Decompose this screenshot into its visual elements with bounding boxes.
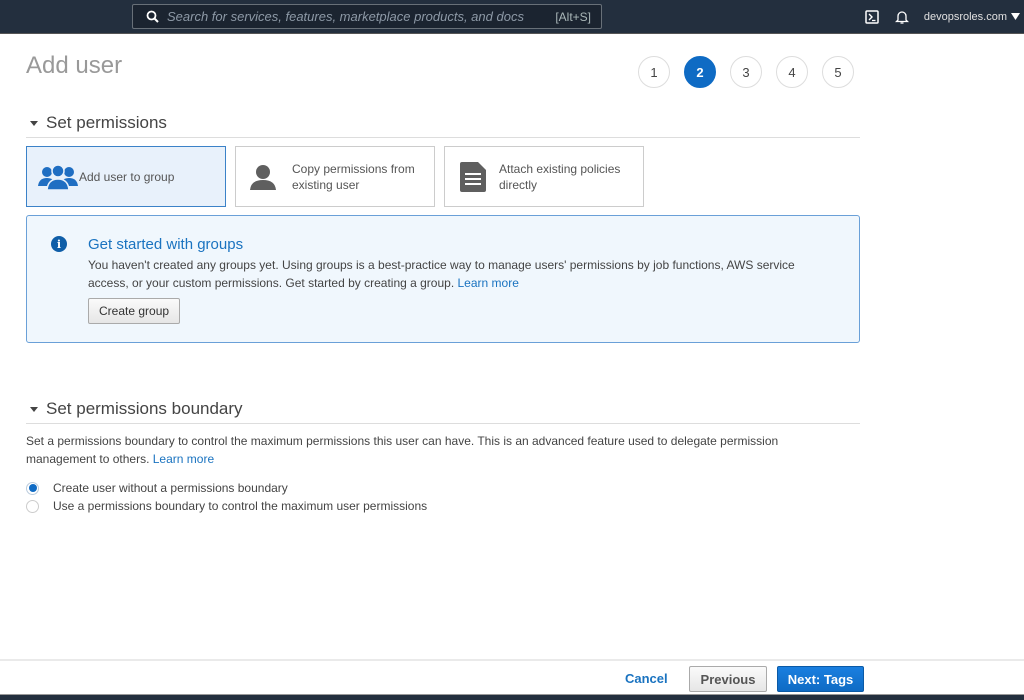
info-title: Get started with groups bbox=[88, 236, 244, 253]
top-navigation-bar: [Alt+S] devopsroles.com bbox=[0, 0, 1024, 34]
search-shortcut-hint: [Alt+S] bbox=[555, 9, 591, 24]
search-input[interactable] bbox=[163, 9, 556, 24]
cancel-link[interactable]: Cancel bbox=[625, 671, 668, 686]
account-menu[interactable]: devopsroles.com bbox=[924, 11, 1020, 23]
info-text: You haven't created any groups yet. Usin… bbox=[88, 258, 795, 290]
next-tags-button[interactable]: Next: Tags bbox=[777, 666, 864, 692]
option-copy-permissions[interactable]: Copy permissions from existing user bbox=[235, 146, 435, 207]
search-icon bbox=[141, 6, 163, 28]
footer-divider bbox=[0, 659, 1024, 661]
caret-down-icon bbox=[30, 120, 38, 126]
radio-button-checked[interactable] bbox=[26, 481, 39, 495]
document-icon bbox=[459, 161, 487, 192]
option-add-user-to-group[interactable]: Add user to group bbox=[26, 146, 226, 207]
page-title: Add user bbox=[26, 52, 123, 79]
learn-more-link[interactable]: Learn more bbox=[458, 276, 519, 290]
caret-down-icon bbox=[1011, 11, 1020, 23]
learn-more-link[interactable]: Learn more bbox=[153, 452, 214, 466]
set-permissions-header[interactable]: Set permissions bbox=[26, 113, 860, 138]
option-label: Add user to group bbox=[79, 169, 175, 184]
create-group-button[interactable]: Create group bbox=[88, 298, 181, 324]
step-3[interactable]: 3 bbox=[730, 56, 762, 88]
groups-info-box: i Get started with groups You haven't cr… bbox=[26, 215, 860, 343]
step-1[interactable]: 1 bbox=[638, 56, 670, 88]
group-icon bbox=[37, 163, 79, 190]
top-right-controls: devopsroles.com bbox=[864, 0, 1020, 34]
radio-button[interactable] bbox=[26, 499, 39, 513]
permission-options: Add user to group Copy permissions from … bbox=[26, 146, 644, 207]
account-name: devopsroles.com bbox=[923, 11, 1007, 23]
cloudshell-icon[interactable] bbox=[864, 9, 880, 25]
option-label: Attach existing policies directly bbox=[499, 161, 621, 192]
caret-down-icon bbox=[30, 406, 38, 412]
step-4[interactable]: 4 bbox=[776, 56, 808, 88]
section-title: Set permissions boundary bbox=[46, 399, 243, 418]
radio-label: Use a permissions boundary to control th… bbox=[53, 499, 428, 513]
radio-no-boundary[interactable]: Create user without a permissions bounda… bbox=[26, 481, 288, 495]
info-icon: i bbox=[51, 236, 67, 252]
radio-label: Create user without a permissions bounda… bbox=[53, 481, 288, 495]
step-2-active[interactable]: 2 bbox=[684, 56, 716, 88]
permissions-boundary-header[interactable]: Set permissions boundary bbox=[26, 399, 860, 424]
radio-use-boundary[interactable]: Use a permissions boundary to control th… bbox=[26, 499, 427, 513]
permissions-boundary-description: Set a permissions boundary to control th… bbox=[26, 434, 779, 466]
user-icon bbox=[248, 164, 278, 190]
bell-icon[interactable] bbox=[894, 9, 910, 25]
section-title: Set permissions bbox=[46, 113, 167, 132]
wizard-steps: 1 2 3 4 5 bbox=[638, 56, 854, 88]
search-box[interactable]: [Alt+S] bbox=[132, 4, 602, 29]
step-5[interactable]: 5 bbox=[822, 56, 854, 88]
bottom-bar bbox=[0, 694, 1024, 700]
previous-button[interactable]: Previous bbox=[689, 666, 767, 692]
option-attach-policies[interactable]: Attach existing policies directly bbox=[444, 146, 644, 207]
option-label: Copy permissions from existing user bbox=[292, 161, 415, 192]
